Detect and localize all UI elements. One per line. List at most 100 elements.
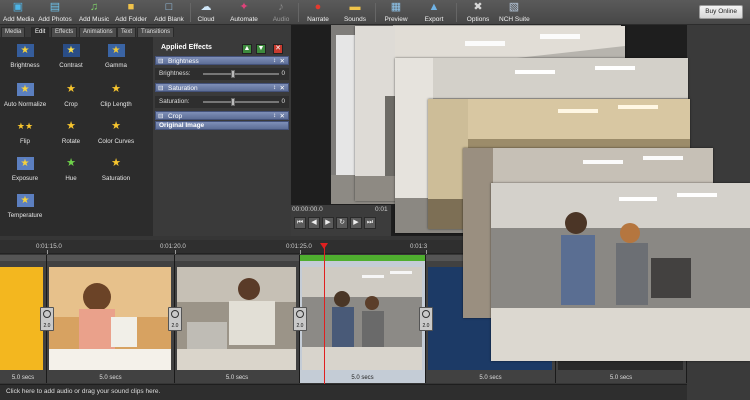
remove-effect-icon[interactable]: ✕ <box>273 44 283 54</box>
add-photos-button[interactable]: ▤ Add Photos <box>38 1 72 25</box>
transition-marker[interactable]: 2.0 <box>168 307 182 331</box>
add-media-button[interactable]: ▣ Add Media <box>3 1 34 25</box>
transition-marker[interactable]: 2.0 <box>293 307 307 331</box>
tab-edit[interactable]: Edit <box>31 27 50 37</box>
pin-icon[interactable]: ↕ <box>273 57 276 66</box>
playhead[interactable] <box>324 244 325 400</box>
saturation-slider-row: Saturation: 0 <box>155 96 289 108</box>
audio-button[interactable]: ♪ Audio <box>270 1 292 25</box>
transition-marker[interactable]: 2.0 <box>419 307 433 331</box>
automate-button[interactable]: ✦ Automate <box>229 1 259 25</box>
flip-icon: ★★ <box>16 120 34 133</box>
effect-clip-length[interactable]: ★ Clip Length <box>91 79 141 117</box>
move-down-icon[interactable]: ▼ <box>256 44 266 54</box>
sounds-button[interactable]: ▬ Sounds <box>342 1 368 25</box>
ruler-tick-label: 0:01:15.0 <box>36 243 62 250</box>
ruler-tick-label: 0:01:3 <box>410 243 428 250</box>
toolbar-separator <box>456 3 457 22</box>
go-start-icon[interactable]: ⏮ <box>294 217 306 229</box>
effect-rotate[interactable]: ★ Rotate <box>46 116 96 154</box>
tab-text[interactable]: Text <box>117 27 137 37</box>
effect-brightness[interactable]: ★ Brightness <box>0 40 50 78</box>
effect-hue[interactable]: ★ Hue <box>46 153 96 191</box>
close-icon[interactable]: ✕ <box>280 112 285 121</box>
effect-flip[interactable]: ★★ Flip <box>0 116 50 154</box>
tab-transitions[interactable]: Transitions <box>137 27 175 37</box>
clip-thumbnail <box>177 267 296 370</box>
options-button[interactable]: ✖ Options <box>464 1 492 25</box>
nch-suite-icon: ▧ <box>508 1 520 13</box>
transition-icon <box>422 310 430 318</box>
tab-effects[interactable]: Effects <box>51 27 78 37</box>
effect-auto-normalize[interactable]: ★ Auto Normalize <box>0 79 50 117</box>
clip-duration: 5.0 secs <box>225 375 249 381</box>
ruler-tick <box>175 250 176 254</box>
timeline-clip[interactable]: 5.0 secs <box>175 255 300 383</box>
collapse-icon[interactable]: ⊟ <box>158 84 163 93</box>
add-music-button[interactable]: ♫ Add Music <box>78 1 110 25</box>
effect-contrast[interactable]: ★ Contrast <box>46 40 96 78</box>
collapse-icon[interactable]: ⊟ <box>158 112 163 121</box>
clip-thumbnail <box>0 267 43 370</box>
exposure-icon: ★ <box>16 157 34 170</box>
effect-exposure[interactable]: ★ Exposure <box>0 153 50 191</box>
tools-icon: ✖ <box>473 1 483 13</box>
tab-animations[interactable]: Animations <box>79 27 117 37</box>
cloud-button[interactable]: ☁ Cloud <box>195 1 217 25</box>
preview-controls: 00:00:00.0 0:01 ⏮ ◀ ▶ ↻ ▶ ⏭ <box>291 205 391 236</box>
effect-color-curves[interactable]: ★ Color Curves <box>91 116 141 154</box>
move-up-icon[interactable]: ▲ <box>242 44 252 54</box>
step-back-icon[interactable]: ◀ <box>308 217 320 229</box>
effect-header-saturation[interactable]: ⊟ Saturation ↕ ✕ <box>155 83 289 92</box>
saturation-slider-handle[interactable] <box>231 98 235 106</box>
clip-duration: 5.0 secs <box>351 375 374 381</box>
tab-media[interactable]: Media <box>1 27 26 37</box>
clip-top-bar <box>0 255 46 261</box>
effect-saturation[interactable]: ★ Saturation <box>91 153 141 191</box>
folder-icon: ■ <box>127 1 135 13</box>
clip-duration: 5.0 secs <box>609 375 633 381</box>
close-icon[interactable]: ✕ <box>280 57 285 66</box>
preview-button[interactable]: ▦ Preview <box>383 1 409 25</box>
narrate-button[interactable]: ● Narrate <box>305 1 331 25</box>
go-end-icon[interactable]: ⏭ <box>364 217 376 229</box>
toolbar-separator <box>190 3 191 22</box>
automate-icon: ✦ <box>239 1 249 13</box>
toolbar-separator <box>375 3 376 22</box>
crop-icon: ★ <box>62 83 80 96</box>
loop-icon[interactable]: ↻ <box>336 217 348 229</box>
clip-duration: 5.0 secs <box>479 375 502 381</box>
applied-effects-panel: Applied Effects ▲ ▼ ✕ ⊟ Brightness ↕ ✕ B… <box>153 37 291 236</box>
effect-temperature[interactable]: ★ Temperature <box>0 190 50 228</box>
brightness-slider-handle[interactable] <box>231 70 235 78</box>
timeline-clip-selected[interactable]: 5.0 secs <box>300 255 426 383</box>
effect-header-brightness[interactable]: ⊟ Brightness ↕ ✕ <box>155 56 289 65</box>
edit-effects-grid: ★ Brightness ★ Contrast ★ Gamma ★ Auto N… <box>0 37 153 236</box>
nch-suite-button[interactable]: ▧ NCH Suite <box>499 1 530 25</box>
main-toolbar: ▣ Add Media ▤ Add Photos ♫ Add Music ■ A… <box>0 0 750 25</box>
ruler-tick-label: 0:01:20.0 <box>160 243 186 250</box>
pin-icon[interactable]: ↕ <box>273 112 276 121</box>
step-forward-icon[interactable]: ▶ <box>350 217 362 229</box>
saturation-slider[interactable] <box>203 101 279 103</box>
clip-duration: 5.0 secs <box>11 375 35 381</box>
effect-crop[interactable]: ★ Crop <box>46 79 96 117</box>
add-folder-button[interactable]: ■ Add Folder <box>114 1 148 25</box>
ruler-tick-label: 0:01:25.0 <box>286 243 312 250</box>
clip-thumbnail <box>302 267 422 370</box>
effect-header-crop[interactable]: ⊟ Crop ↕ ✕ <box>155 111 289 120</box>
close-icon[interactable]: ✕ <box>280 84 285 93</box>
audio-track[interactable]: Click here to add audio or drag your sou… <box>0 384 687 400</box>
saturation-icon: ★ <box>107 157 125 170</box>
brightness-slider[interactable] <box>203 73 279 75</box>
clip-top-bar <box>47 255 174 261</box>
pin-icon[interactable]: ↕ <box>273 84 276 93</box>
buy-online-button[interactable]: Buy Online <box>699 5 743 19</box>
collapse-icon[interactable]: ⊟ <box>158 57 163 66</box>
effect-gamma[interactable]: ★ Gamma <box>91 40 141 78</box>
transition-marker[interactable]: 2.0 <box>40 307 54 331</box>
export-button[interactable]: ▲ Export <box>422 1 446 25</box>
timeline-clip[interactable]: 5.0 secs <box>47 255 175 383</box>
add-blank-button[interactable]: □ Add Blank <box>153 1 185 25</box>
play-icon[interactable]: ▶ <box>322 217 334 229</box>
